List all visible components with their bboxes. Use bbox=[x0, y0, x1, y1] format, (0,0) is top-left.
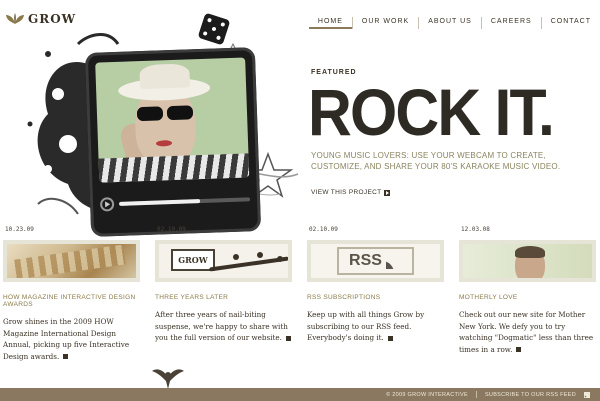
post-body: Keep up with all things Grow by subscrib… bbox=[307, 310, 425, 342]
news-post: 10.23.09 HOW MAGAZINE INTERACTIVE DESIGN… bbox=[3, 226, 140, 362]
arrow-right-icon[interactable] bbox=[387, 335, 393, 341]
post-date: 02.10.09 bbox=[157, 226, 186, 233]
featured-headline: ROCK IT. bbox=[308, 75, 555, 149]
video-progress-fill bbox=[119, 199, 201, 206]
arrow-right-icon[interactable] bbox=[285, 335, 291, 341]
post-body: Grow shines in the 2009 HOW Magazine Int… bbox=[3, 317, 130, 361]
rss-icon bbox=[385, 253, 402, 269]
post-body: After three years of nail-biting suspens… bbox=[155, 309, 292, 344]
news-post: 02.10.09 RSS RSS SUBSCRIPTIONS Keep up w… bbox=[307, 226, 444, 344]
post-date: 12.03.08 bbox=[461, 226, 490, 233]
nav-careers[interactable]: CAREERS bbox=[480, 17, 541, 29]
nav-home[interactable]: HOME bbox=[308, 17, 352, 29]
rss-icon[interactable] bbox=[584, 391, 590, 398]
rss-label: RSS bbox=[349, 252, 382, 269]
footer: © 2009 GROW INTERACTIVE SUBSCRIBE TO OUR… bbox=[0, 388, 600, 401]
video-screen[interactable] bbox=[95, 57, 250, 183]
video-frame-sunglasses bbox=[136, 105, 194, 122]
main-nav: HOME OUR WORK ABOUT US CAREERS CONTACT bbox=[308, 17, 600, 29]
rss-feed-link[interactable]: SUBSCRIBE TO OUR RSS FEED bbox=[485, 392, 576, 398]
hero-illustration bbox=[18, 12, 303, 237]
nav-our-work[interactable]: OUR WORK bbox=[351, 17, 418, 29]
post-image-rss[interactable]: RSS bbox=[307, 240, 444, 282]
video-frame-hat bbox=[139, 63, 191, 90]
arrow-right-icon[interactable] bbox=[63, 354, 69, 359]
video-controls bbox=[99, 191, 251, 212]
footer-divider bbox=[475, 391, 477, 398]
post-date: 10.23.09 bbox=[5, 226, 34, 233]
arrow-right-icon bbox=[384, 189, 391, 196]
video-frame-striped-shirt bbox=[98, 153, 250, 183]
news-post: 12.03.08 MOTHERLY LOVE Check out our new… bbox=[459, 226, 596, 355]
eagle-icon bbox=[152, 369, 184, 389]
post-image-magazine[interactable] bbox=[3, 240, 140, 282]
play-icon[interactable] bbox=[99, 197, 115, 212]
post-date: 02.10.09 bbox=[309, 226, 338, 233]
post-image-grow-sign[interactable]: GROW bbox=[155, 240, 292, 282]
post-title[interactable]: RSS SUBSCRIPTIONS bbox=[307, 294, 444, 301]
post-title[interactable]: THREE YEARS LATER bbox=[155, 294, 292, 301]
post-title[interactable]: MOTHERLY LOVE bbox=[459, 294, 596, 301]
view-project-link[interactable]: VIEW THIS PROJECT bbox=[311, 189, 391, 196]
copyright-text: © 2009 GROW INTERACTIVE bbox=[386, 391, 468, 398]
post-body: Check out our new site for Mother New Yo… bbox=[459, 310, 594, 354]
view-project-label: VIEW THIS PROJECT bbox=[311, 189, 382, 196]
tv-video-player[interactable] bbox=[84, 47, 262, 237]
video-progress-bar[interactable] bbox=[119, 197, 251, 206]
nav-contact[interactable]: CONTACT bbox=[540, 17, 600, 29]
post-image-portrait[interactable] bbox=[459, 240, 596, 282]
nav-about-us[interactable]: ABOUT US bbox=[418, 17, 481, 29]
post-title[interactable]: HOW MAGAZINE INTERACTIVE DESIGN AWARDS bbox=[3, 294, 140, 308]
news-post: 02.10.09 GROW THREE YEARS LATER After th… bbox=[155, 226, 292, 344]
featured-description: YOUNG MUSIC LOVERS: USE YOUR WEBCAM TO C… bbox=[311, 151, 561, 171]
arrow-right-icon[interactable] bbox=[516, 347, 522, 352]
